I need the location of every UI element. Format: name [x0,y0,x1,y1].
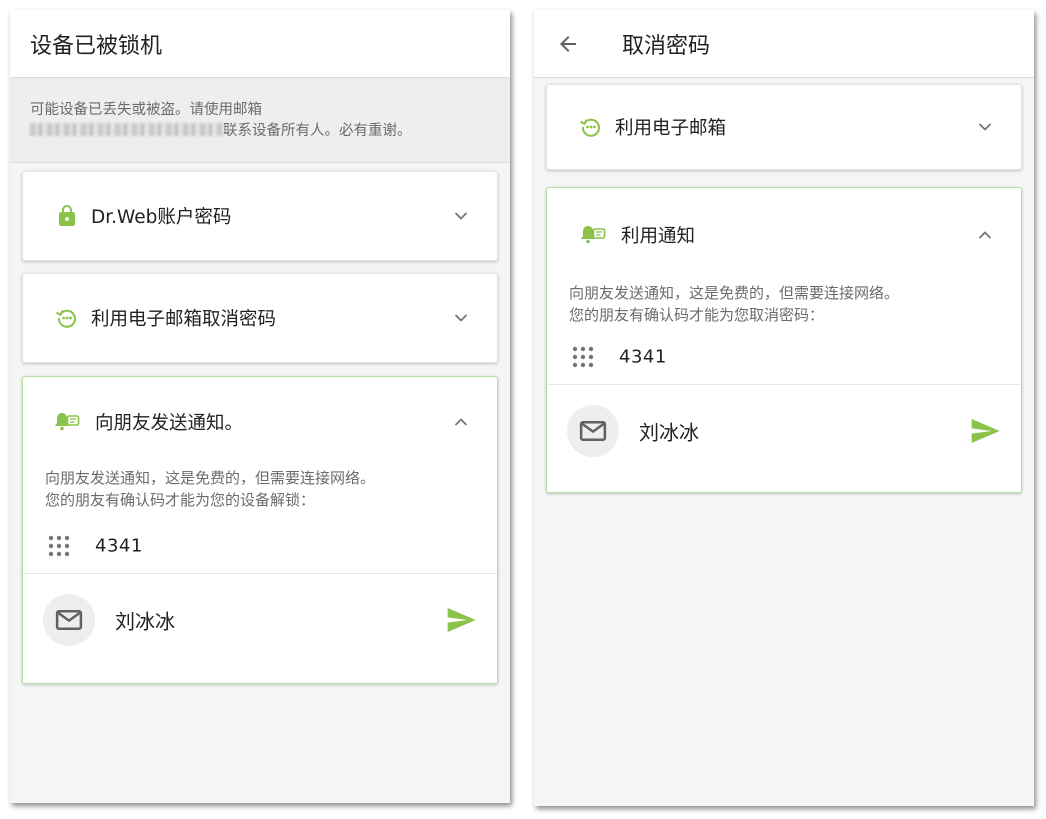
notify-desc-line-1: 向朋友发送通知，这是免费的，但需要连接网络。 [569,284,900,302]
arrow-back-icon[interactable] [556,32,580,56]
notify-desc-line-2: 您的朋友有确认码才能为您的设备解锁： [45,491,316,509]
card-header-drweb[interactable]: Dr.Web账户密码 [23,172,497,260]
mail-icon [55,610,83,630]
card-email-cancel[interactable]: 利用电子邮箱 [546,84,1022,170]
dialpad-icon [572,346,594,368]
contact-name: 刘冰冰 [115,609,175,634]
confirmation-code-row: 4341 [23,519,497,573]
confirmation-code: 4341 [95,535,143,557]
banner-line-1: 可能设备已丢失或被盗。请使用邮箱 [30,102,262,118]
card-label-drweb: Dr.Web账户密码 [91,207,232,228]
send-icon[interactable] [445,604,477,636]
chevron-down-icon[interactable] [451,308,471,328]
blurred-email [30,123,223,136]
bell-message-icon [580,226,606,244]
notify-description: 向朋友发送通知，这是免费的，但需要连接网络。 您的朋友有确认码才能为您的设备解锁… [23,467,497,511]
card-label-notify: 向朋友发送通知。 [95,413,244,434]
card-email-cancel[interactable]: 利用电子邮箱取消密码 [22,273,498,363]
chevron-down-icon[interactable] [975,117,995,137]
card-label-email: 利用电子邮箱取消密码 [91,309,277,330]
restore-dots-icon [579,118,600,137]
chevron-down-icon[interactable] [451,206,471,226]
cancel-password-screen: 取消密码 利用电子邮箱 利用通知 向朋友发送通知，这是免费的，但需要连接网络。 … [534,10,1034,806]
banner-line-2-text: 联系设备所有人。必有重谢。 [223,123,412,139]
bell-message-icon [54,413,80,431]
contact-row[interactable]: 刘冰冰 [547,385,1021,477]
mail-icon [579,421,607,441]
notify-description: 向朋友发送通知，这是免费的，但需要连接网络。 您的朋友有确认码才能为您取消密码： [547,282,1021,326]
confirmation-code-row: 4341 [547,330,1021,384]
restore-dots-icon [55,309,76,328]
avatar [43,594,95,646]
card-label-email: 利用电子邮箱 [615,118,727,139]
banner-line-2: 联系设备所有人。必有重谢。 [30,121,490,142]
lock-icon [59,205,75,226]
page-title: 设备已被锁机 [30,33,163,59]
chevron-up-icon[interactable] [975,225,995,245]
card-drweb-password[interactable]: Dr.Web账户密码 [22,171,498,261]
lost-device-banner: 可能设备已丢失或被盗。请使用邮箱 联系设备所有人。必有重谢。 [10,78,510,163]
card-header-notify[interactable]: 向朋友发送通知。 [23,377,497,467]
page-title: 取消密码 [622,33,711,59]
card-notify-friend[interactable]: 向朋友发送通知。 向朋友发送通知，这是免费的，但需要连接网络。 您的朋友有确认码… [22,376,498,684]
app-bar: 取消密码 [534,10,1034,78]
confirmation-code: 4341 [619,346,667,368]
card-notify-friend[interactable]: 利用通知 向朋友发送通知，这是免费的，但需要连接网络。 您的朋友有确认码才能为您… [546,187,1022,493]
contact-name: 刘冰冰 [639,420,699,445]
card-header-notify[interactable]: 利用通知 [547,188,1021,282]
card-header-email[interactable]: 利用电子邮箱 [547,85,1021,169]
card-header-email[interactable]: 利用电子邮箱取消密码 [23,274,497,362]
contact-row[interactable]: 刘冰冰 [23,574,497,666]
notify-desc-line-2: 您的朋友有确认码才能为您取消密码： [569,306,825,324]
card-label-notify: 利用通知 [621,226,696,247]
avatar [567,405,619,457]
notify-desc-line-1: 向朋友发送通知，这是免费的，但需要连接网络。 [45,469,376,487]
send-icon[interactable] [969,415,1001,447]
dialpad-icon [48,535,70,557]
locked-device-screen: 设备已被锁机 可能设备已丢失或被盗。请使用邮箱 联系设备所有人。必有重谢。 Dr… [10,10,510,803]
chevron-up-icon[interactable] [451,412,471,432]
app-bar: 设备已被锁机 [10,10,510,78]
